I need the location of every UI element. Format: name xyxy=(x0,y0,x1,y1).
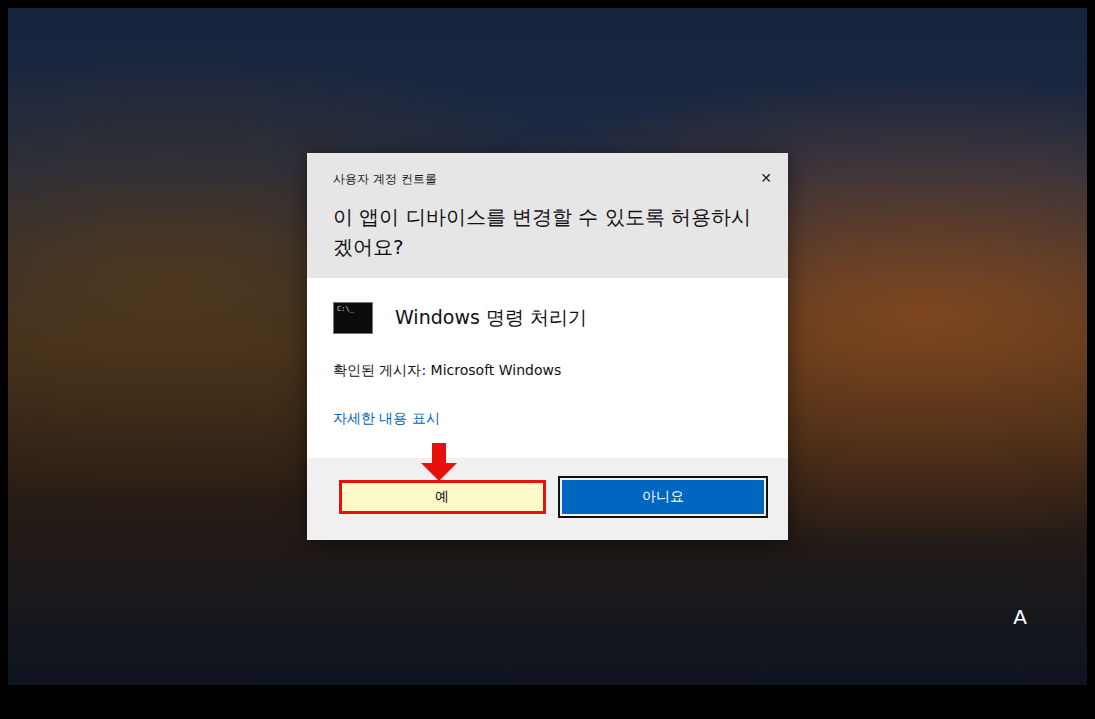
dialog-body: C:\_ Windows 명령 처리기확인된 게시자: Microsoft Win… xyxy=(307,278,788,458)
dialog-header: 사용자 계정 컨트롤 ✕ 이 앱이 디바이스를 변경할 수 있도록 허용하시겠어요? xyxy=(307,153,788,278)
uac-dialog: 사용자 계정 컨트롤 ✕ 이 앱이 디바이스를 변경할 수 있도록 허용하시겠어요?… xyxy=(307,153,788,540)
dialog-question: 이 앱이 디바이스를 변경할 수 있도록 허용하시겠어요? xyxy=(333,202,774,262)
app-name: Windows 명령 처리기 xyxy=(395,305,587,331)
screen-frame: 사용자 계정 컨트롤 ✕ 이 앱이 디바이스를 변경할 수 있도록 허용하시겠어요?… xyxy=(0,0,1095,719)
wallpaper: 사용자 계정 컨트롤 ✕ 이 앱이 디바이스를 변경할 수 있도록 허용하시겠어요?… xyxy=(8,8,1087,685)
dialog-title: 사용자 계정 컨트롤 xyxy=(333,167,437,188)
red-arrow-icon xyxy=(421,443,457,481)
dialog-footer: 예 아니요 xyxy=(307,458,788,540)
ime-indicator[interactable]: A xyxy=(1013,605,1027,629)
details-link[interactable]: 자세한 내용 표시 xyxy=(333,410,764,428)
publisher: 확인된 게시자: Microsoft Windows xyxy=(333,362,764,380)
close-button[interactable]: ✕ xyxy=(758,170,774,186)
dialog-button[interactable]: 예 xyxy=(339,480,546,514)
dialog-button[interactable]: 아니요 xyxy=(562,480,765,514)
command-prompt-icon: C:\_ xyxy=(333,302,373,334)
